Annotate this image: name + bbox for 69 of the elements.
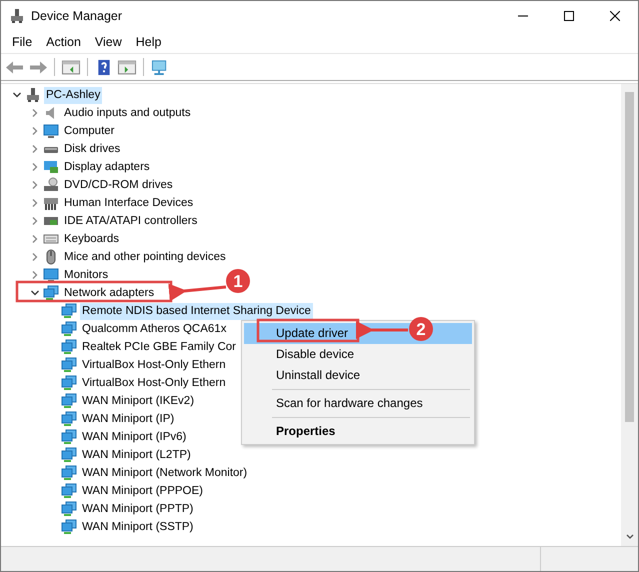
tree-item[interactable]: WAN Miniport (IP) — [80, 410, 176, 428]
close-icon[interactable] — [610, 11, 620, 21]
scrollbar[interactable] — [621, 84, 638, 546]
network-adapter-icon — [61, 393, 77, 409]
step-number: 1 — [226, 269, 250, 293]
computer-icon — [9, 8, 25, 24]
tree-item[interactable]: WAN Miniport (SSTP) — [80, 518, 196, 536]
tree-item[interactable]: Keyboards — [62, 230, 121, 248]
network-adapter-icon — [61, 519, 77, 535]
window-title: Device Manager — [31, 9, 122, 23]
network-adapter-icon — [61, 447, 77, 463]
menu-item[interactable]: Help — [128, 35, 168, 49]
tree-item[interactable]: DVD/CD-ROM drives — [62, 176, 175, 194]
tree-item[interactable]: Display adapters — [62, 158, 152, 176]
network-adapter-icon — [43, 285, 59, 301]
pointer-arrow — [168, 283, 226, 302]
network-adapter-icon — [61, 483, 77, 499]
step-number: 2 — [409, 317, 433, 341]
menu-item[interactable]: View — [88, 35, 129, 49]
collapse-chevron-icon[interactable] — [30, 288, 40, 298]
pointer-arrow — [356, 321, 408, 339]
back-arrow-icon[interactable] — [5, 58, 25, 76]
tree-item[interactable]: Remote NDIS based Internet Sharing Device — [80, 302, 313, 320]
menu-item[interactable]: Properties — [244, 421, 472, 442]
tree-item[interactable]: Qualcomm Atheros QCA61x — [80, 320, 228, 338]
network-adapter-icon — [61, 339, 77, 355]
tree-item[interactable]: IDE ATA/ATAPI controllers — [62, 212, 200, 230]
monitor-icon — [43, 123, 59, 139]
tree-item[interactable]: WAN Miniport (L2TP) — [80, 446, 193, 464]
maximize-icon[interactable] — [564, 11, 574, 21]
collapse-chevron-icon[interactable] — [12, 90, 22, 100]
menu-item[interactable]: Disable device — [244, 344, 472, 365]
tree-item[interactable]: WAN Miniport (PPTP) — [80, 500, 196, 518]
properties-panel-icon[interactable] — [61, 58, 81, 76]
computer-icon — [25, 87, 41, 103]
menu-item[interactable]: File — [5, 35, 40, 49]
tree-item[interactable]: WAN Miniport (Network Monitor) — [80, 464, 250, 482]
tree-item[interactable]: VirtualBox Host-Only Ethern — [80, 356, 228, 374]
tree-item[interactable]: VirtualBox Host-Only Ethern — [80, 374, 228, 392]
display-adapter-icon — [43, 159, 59, 175]
tree-item[interactable]: Audio inputs and outputs — [62, 104, 193, 122]
tree-item[interactable]: PC-Ashley — [44, 86, 102, 104]
menu-item[interactable]: Scan for hardware changes — [244, 393, 472, 414]
network-adapter-icon — [61, 303, 77, 319]
network-adapter-icon — [61, 501, 77, 517]
monitor-icon — [43, 267, 59, 283]
network-adapter-icon — [61, 357, 77, 373]
tree-item[interactable]: WAN Miniport (IPv6) — [80, 428, 188, 446]
tree-item[interactable]: Realtek PCIe GBE Family Cor — [80, 338, 238, 356]
tree-item[interactable]: WAN Miniport (IKEv2) — [80, 392, 196, 410]
tree-item[interactable]: Disk drives — [62, 140, 122, 158]
tree-item[interactable]: Monitors — [62, 266, 110, 284]
tree-item[interactable]: Network adapters — [62, 284, 156, 302]
scrollbar-thumb[interactable] — [625, 92, 634, 422]
tree-item[interactable]: Human Interface Devices — [62, 194, 196, 212]
network-adapter-icon — [61, 465, 77, 481]
dvd-drive-icon — [43, 177, 59, 193]
network-adapter-icon — [61, 429, 77, 445]
menu-item[interactable]: Uninstall device — [244, 365, 472, 386]
network-adapter-icon — [61, 375, 77, 391]
tree-item[interactable]: WAN Miniport (PPPOE) — [80, 482, 205, 500]
menu-item[interactable]: Action — [39, 35, 88, 49]
network-adapter-icon — [61, 321, 77, 337]
forward-arrow-icon[interactable] — [28, 58, 48, 76]
update-panel-icon[interactable] — [117, 58, 137, 76]
tree-item[interactable]: Computer — [62, 122, 116, 140]
keyboard-hand-icon — [43, 195, 59, 211]
network-adapter-icon — [61, 411, 77, 427]
tree-item[interactable]: Mice and other pointing devices — [62, 248, 228, 266]
